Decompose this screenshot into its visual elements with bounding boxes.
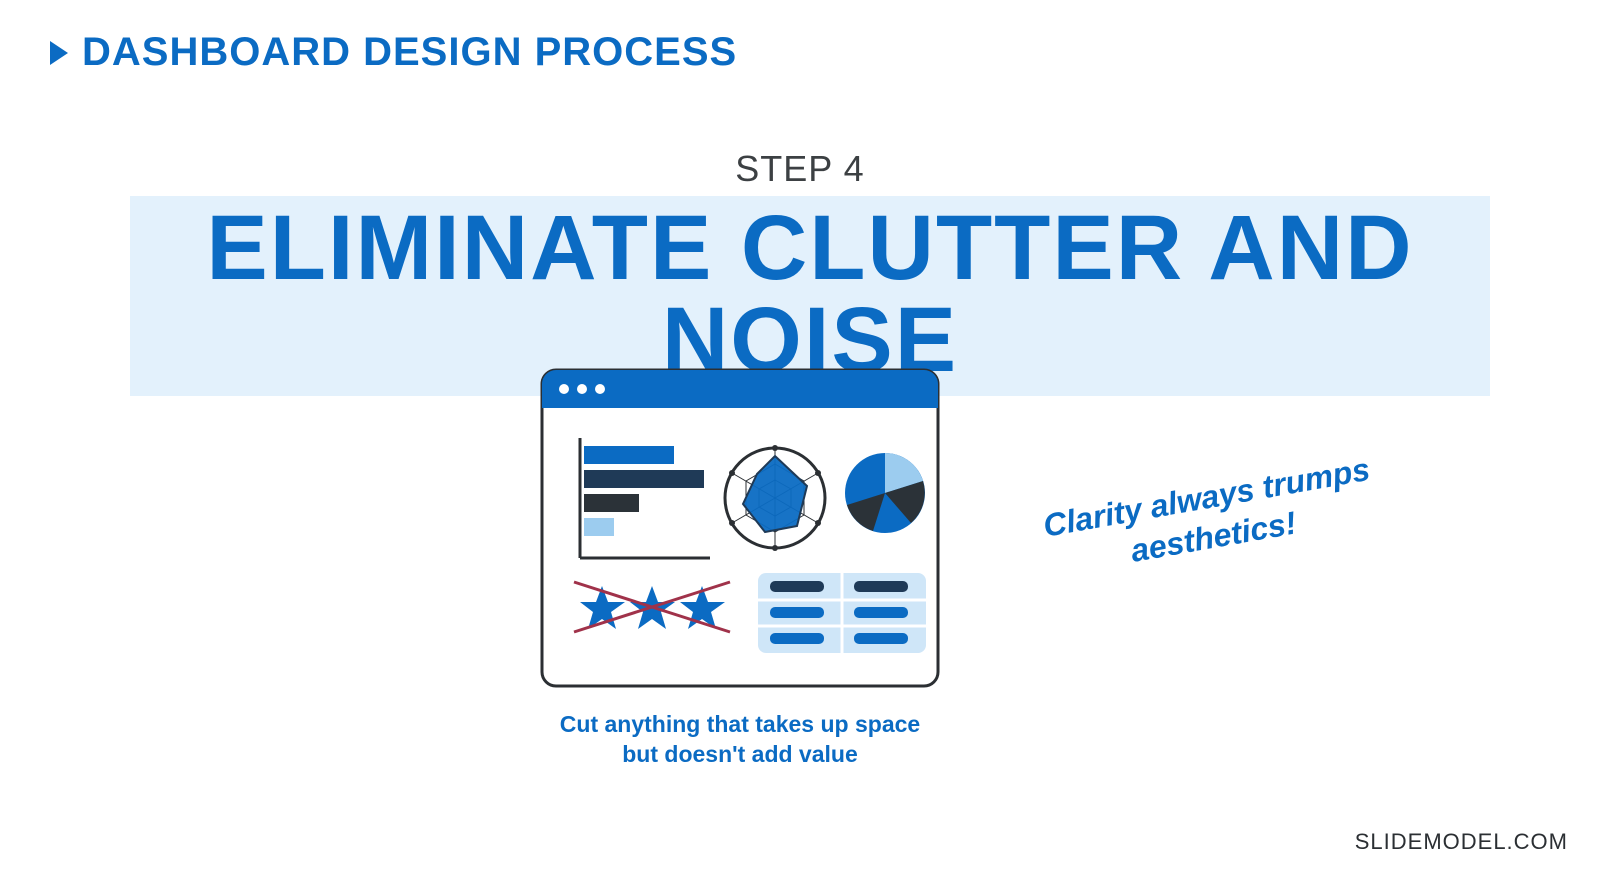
dashboard-window-icon bbox=[540, 368, 940, 688]
illustration-caption: Cut anything that takes up space but doe… bbox=[540, 710, 940, 770]
footer-brand: SLIDEMODEL.COM bbox=[1355, 829, 1568, 855]
dashboard-illustration bbox=[540, 368, 940, 688]
triangle-right-icon bbox=[50, 41, 68, 65]
slide-title: ELIMINATE CLUTTER AND NOISE bbox=[140, 202, 1480, 386]
pie-chart-icon bbox=[845, 453, 925, 533]
data-table-icon bbox=[758, 573, 926, 653]
breadcrumb-label: DASHBOARD DESIGN PROCESS bbox=[82, 30, 737, 75]
slide-title-band: ELIMINATE CLUTTER AND NOISE bbox=[130, 196, 1490, 396]
callout-text: Clarity always trumps aesthetics! bbox=[1026, 446, 1394, 587]
step-label: STEP 4 bbox=[0, 148, 1600, 190]
breadcrumb: DASHBOARD DESIGN PROCESS bbox=[50, 30, 737, 75]
